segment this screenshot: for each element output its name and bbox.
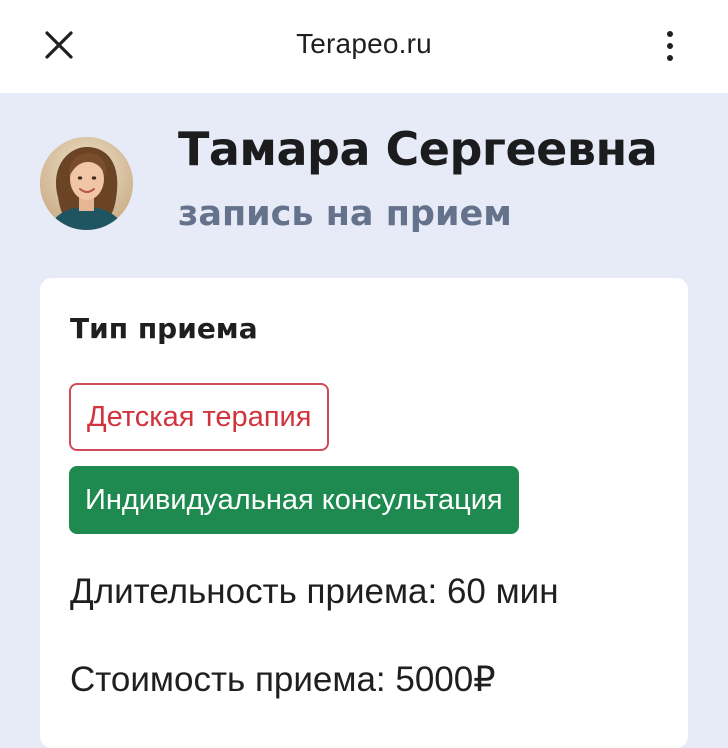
option-individual-consultation[interactable]: Индивидуальная консультация — [69, 466, 519, 534]
specialist-name: Тамара Сергеевна — [178, 122, 658, 176]
option-child-therapy[interactable]: Детская терапия — [69, 383, 330, 451]
site-title: Terapeo.ru — [296, 28, 432, 59]
more-options-button[interactable] — [650, 22, 690, 70]
appointment-duration: Длительность приема: 60 мин — [70, 572, 559, 611]
more-vertical-icon — [667, 31, 673, 61]
top-bar: Terapeo.ru — [0, 0, 728, 93]
appointment-price: Стоимость приема: 5000₽ — [70, 660, 496, 699]
avatar-photo — [40, 137, 133, 230]
section-title-appointment-type: Тип приема — [70, 312, 258, 345]
avatar — [40, 137, 133, 230]
option-label: Индивидуальная консультация — [85, 483, 503, 516]
page-subtitle: запись на прием — [178, 194, 512, 234]
booking-card: Тип приема Детская терапия Индивидуальна… — [40, 278, 688, 748]
option-label: Детская терапия — [87, 400, 312, 433]
